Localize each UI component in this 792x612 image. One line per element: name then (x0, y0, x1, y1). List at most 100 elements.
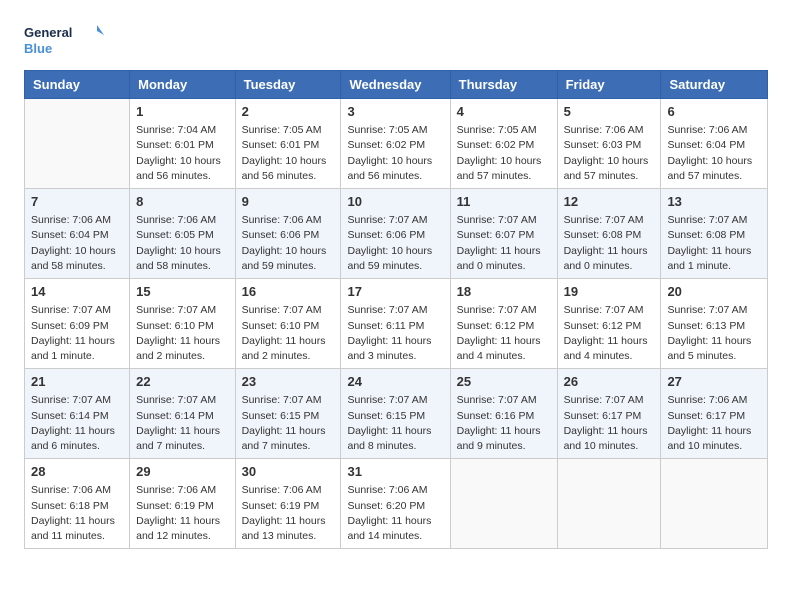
day-number: 6 (667, 103, 761, 121)
calendar-cell: 17Sunrise: 7:07 AMSunset: 6:11 PMDayligh… (341, 279, 450, 369)
calendar-cell: 2Sunrise: 7:05 AMSunset: 6:01 PMDaylight… (235, 99, 341, 189)
calendar-cell: 18 Sunrise: 7:07 AMSunset: 6:12 PMDayligh… (450, 279, 557, 369)
day-info: Sunrise: 7:06 AMSunset: 6:19 PMDaylight:… (242, 483, 335, 544)
weekday-header-friday: Friday (557, 71, 661, 99)
weekday-header-tuesday: Tuesday (235, 71, 341, 99)
calendar-week-row: 14 Sunrise: 7:07 AMSunset: 6:09 PMDayligh… (25, 279, 768, 369)
day-number: 3 (347, 103, 443, 121)
day-info: Sunrise: 7:06 AMSunset: 6:19 PMDaylight:… (136, 483, 228, 544)
calendar-cell: 8 Sunrise: 7:06 AMSunset: 6:05 PMDaylight… (130, 189, 235, 279)
calendar-cell: 12 Sunrise: 7:07 AMSunset: 6:08 PMDayligh… (557, 189, 661, 279)
day-number: 16 (242, 283, 335, 301)
day-number: 21 (31, 373, 123, 391)
day-number: 11 (457, 193, 551, 211)
day-info: Sunrise: 7:06 AMSunset: 6:05 PMDaylight:… (136, 213, 228, 274)
calendar-table: SundayMondayTuesdayWednesdayThursdayFrid… (24, 70, 768, 549)
calendar-cell: 14 Sunrise: 7:07 AMSunset: 6:09 PMDayligh… (25, 279, 130, 369)
day-number: 28 (31, 463, 123, 481)
calendar-cell (557, 459, 661, 549)
calendar-cell: 30 Sunrise: 7:06 AMSunset: 6:19 PMDayligh… (235, 459, 341, 549)
calendar-cell: 25 Sunrise: 7:07 AMSunset: 6:16 PMDayligh… (450, 369, 557, 459)
weekday-header-sunday: Sunday (25, 71, 130, 99)
calendar-week-row: 1 Sunrise: 7:04 AMSunset: 6:01 PMDaylight… (25, 99, 768, 189)
calendar-cell: 28 Sunrise: 7:06 AMSunset: 6:18 PMDayligh… (25, 459, 130, 549)
day-info: Sunrise: 7:07 AMSunset: 6:14 PMDaylight:… (136, 393, 228, 454)
day-info: Sunrise: 7:07 AMSunset: 6:15 PMDaylight:… (347, 393, 443, 454)
day-info: Sunrise: 7:06 AMSunset: 6:20 PMDaylight:… (347, 483, 443, 544)
day-info: Sunrise: 7:07 AMSunset: 6:17 PMDaylight:… (564, 393, 655, 454)
calendar-cell (450, 459, 557, 549)
calendar-cell: 20Sunrise: 7:07 AMSunset: 6:13 PMDayligh… (661, 279, 768, 369)
day-info: Sunrise: 7:07 AMSunset: 6:07 PMDaylight:… (457, 213, 551, 274)
day-number: 2 (242, 103, 335, 121)
day-number: 24 (347, 373, 443, 391)
calendar-cell (25, 99, 130, 189)
calendar-week-row: 7Sunrise: 7:06 AMSunset: 6:04 PMDaylight… (25, 189, 768, 279)
day-number: 14 (31, 283, 123, 301)
day-number: 9 (242, 193, 335, 211)
calendar-cell: 23 Sunrise: 7:07 AMSunset: 6:15 PMDayligh… (235, 369, 341, 459)
calendar-cell: 24 Sunrise: 7:07 AMSunset: 6:15 PMDayligh… (341, 369, 450, 459)
day-number: 12 (564, 193, 655, 211)
weekday-header-thursday: Thursday (450, 71, 557, 99)
day-number: 17 (347, 283, 443, 301)
day-info: Sunrise: 7:06 AMSunset: 6:03 PMDaylight:… (564, 123, 655, 184)
day-number: 27 (667, 373, 761, 391)
day-number: 29 (136, 463, 228, 481)
calendar-cell: 19Sunrise: 7:07 AMSunset: 6:12 PMDayligh… (557, 279, 661, 369)
day-info: Sunrise: 7:06 AMSunset: 6:18 PMDaylight:… (31, 483, 123, 544)
calendar-cell: 4Sunrise: 7:05 AMSunset: 6:02 PMDaylight… (450, 99, 557, 189)
day-info: Sunrise: 7:07 AMSunset: 6:08 PMDaylight:… (564, 213, 655, 274)
weekday-header-wednesday: Wednesday (341, 71, 450, 99)
day-info: Sunrise: 7:05 AMSunset: 6:02 PMDaylight:… (347, 123, 443, 184)
day-number: 19 (564, 283, 655, 301)
weekday-header-monday: Monday (130, 71, 235, 99)
calendar-cell: 27Sunrise: 7:06 AMSunset: 6:17 PMDayligh… (661, 369, 768, 459)
header: General Blue (24, 20, 768, 60)
day-number: 8 (136, 193, 228, 211)
calendar-cell: 3 Sunrise: 7:05 AMSunset: 6:02 PMDaylight… (341, 99, 450, 189)
calendar-cell: 11 Sunrise: 7:07 AMSunset: 6:07 PMDayligh… (450, 189, 557, 279)
day-info: Sunrise: 7:06 AMSunset: 6:04 PMDaylight:… (31, 213, 123, 274)
day-info: Sunrise: 7:07 AMSunset: 6:08 PMDaylight:… (667, 213, 761, 274)
day-number: 1 (136, 103, 228, 121)
day-number: 15 (136, 283, 228, 301)
day-number: 10 (347, 193, 443, 211)
calendar-cell: 31Sunrise: 7:06 AMSunset: 6:20 PMDayligh… (341, 459, 450, 549)
day-info: Sunrise: 7:07 AMSunset: 6:13 PMDaylight:… (667, 303, 761, 364)
weekday-header-saturday: Saturday (661, 71, 768, 99)
day-number: 30 (242, 463, 335, 481)
day-info: Sunrise: 7:04 AMSunset: 6:01 PMDaylight:… (136, 123, 228, 184)
day-info: Sunrise: 7:07 AMSunset: 6:06 PMDaylight:… (347, 213, 443, 274)
calendar-cell: 13 Sunrise: 7:07 AMSunset: 6:08 PMDayligh… (661, 189, 768, 279)
calendar-week-row: 28 Sunrise: 7:06 AMSunset: 6:18 PMDayligh… (25, 459, 768, 549)
calendar-cell: 1 Sunrise: 7:04 AMSunset: 6:01 PMDaylight… (130, 99, 235, 189)
calendar-cell: 10 Sunrise: 7:07 AMSunset: 6:06 PMDayligh… (341, 189, 450, 279)
calendar-cell: 6Sunrise: 7:06 AMSunset: 6:04 PMDaylight… (661, 99, 768, 189)
calendar-cell: 26 Sunrise: 7:07 AMSunset: 6:17 PMDayligh… (557, 369, 661, 459)
day-info: Sunrise: 7:07 AMSunset: 6:10 PMDaylight:… (136, 303, 228, 364)
day-info: Sunrise: 7:07 AMSunset: 6:14 PMDaylight:… (31, 393, 123, 454)
weekday-header-row: SundayMondayTuesdayWednesdayThursdayFrid… (25, 71, 768, 99)
day-info: Sunrise: 7:07 AMSunset: 6:15 PMDaylight:… (242, 393, 335, 454)
calendar-cell: 9 Sunrise: 7:06 AMSunset: 6:06 PMDaylight… (235, 189, 341, 279)
calendar-cell: 16Sunrise: 7:07 AMSunset: 6:10 PMDayligh… (235, 279, 341, 369)
day-number: 26 (564, 373, 655, 391)
page: General Blue SundayMondayTuesdayWednesda… (0, 0, 792, 569)
calendar-cell: 22 Sunrise: 7:07 AMSunset: 6:14 PMDayligh… (130, 369, 235, 459)
calendar-cell: 7Sunrise: 7:06 AMSunset: 6:04 PMDaylight… (25, 189, 130, 279)
day-info: Sunrise: 7:07 AMSunset: 6:12 PMDaylight:… (457, 303, 551, 364)
day-number: 23 (242, 373, 335, 391)
day-number: 4 (457, 103, 551, 121)
calendar-cell: 29 Sunrise: 7:06 AMSunset: 6:19 PMDayligh… (130, 459, 235, 549)
day-number: 18 (457, 283, 551, 301)
day-number: 22 (136, 373, 228, 391)
day-info: Sunrise: 7:06 AMSunset: 6:06 PMDaylight:… (242, 213, 335, 274)
day-info: Sunrise: 7:07 AMSunset: 6:09 PMDaylight:… (31, 303, 123, 364)
day-info: Sunrise: 7:07 AMSunset: 6:16 PMDaylight:… (457, 393, 551, 454)
calendar-cell (661, 459, 768, 549)
day-number: 25 (457, 373, 551, 391)
day-number: 5 (564, 103, 655, 121)
calendar-cell: 15 Sunrise: 7:07 AMSunset: 6:10 PMDayligh… (130, 279, 235, 369)
day-number: 13 (667, 193, 761, 211)
